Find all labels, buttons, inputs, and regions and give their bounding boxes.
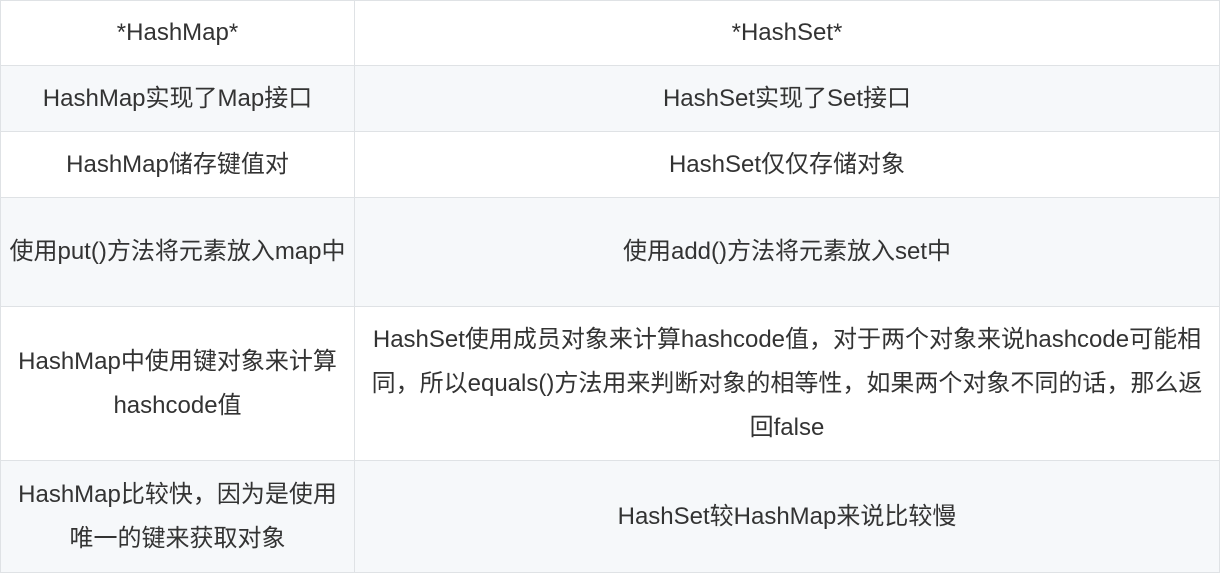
cell-hashmap: HashMap中使用键对象来计算hashcode值	[0, 306, 355, 461]
table-row: HashMap中使用键对象来计算hashcode值 HashSet使用成员对象来…	[0, 306, 1220, 461]
table-header-row: *HashMap* *HashSet*	[0, 0, 1220, 66]
cell-hashset: 使用add()方法将元素放入set中	[354, 197, 1220, 307]
cell-hashmap: HashMap实现了Map接口	[0, 65, 355, 132]
header-hashmap: *HashMap*	[0, 0, 355, 66]
cell-hashset: HashSet使用成员对象来计算hashcode值，对于两个对象来说hashco…	[354, 306, 1220, 461]
header-hashset: *HashSet*	[354, 0, 1220, 66]
cell-hashmap: 使用put()方法将元素放入map中	[0, 197, 355, 307]
table-row: HashMap储存键值对 HashSet仅仅存储对象	[0, 131, 1220, 198]
cell-hashmap: HashMap比较快，因为是使用唯一的键来获取对象	[0, 460, 355, 573]
cell-hashset: HashSet仅仅存储对象	[354, 131, 1220, 198]
table-row: 使用put()方法将元素放入map中 使用add()方法将元素放入set中	[0, 197, 1220, 307]
table-row: HashMap实现了Map接口 HashSet实现了Set接口	[0, 65, 1220, 132]
table-row: HashMap比较快，因为是使用唯一的键来获取对象 HashSet较HashMa…	[0, 460, 1220, 573]
comparison-table: *HashMap* *HashSet* HashMap实现了Map接口 Hash…	[0, 0, 1220, 573]
cell-hashset: HashSet较HashMap来说比较慢	[354, 460, 1220, 573]
cell-hashmap: HashMap储存键值对	[0, 131, 355, 198]
cell-hashset: HashSet实现了Set接口	[354, 65, 1220, 132]
